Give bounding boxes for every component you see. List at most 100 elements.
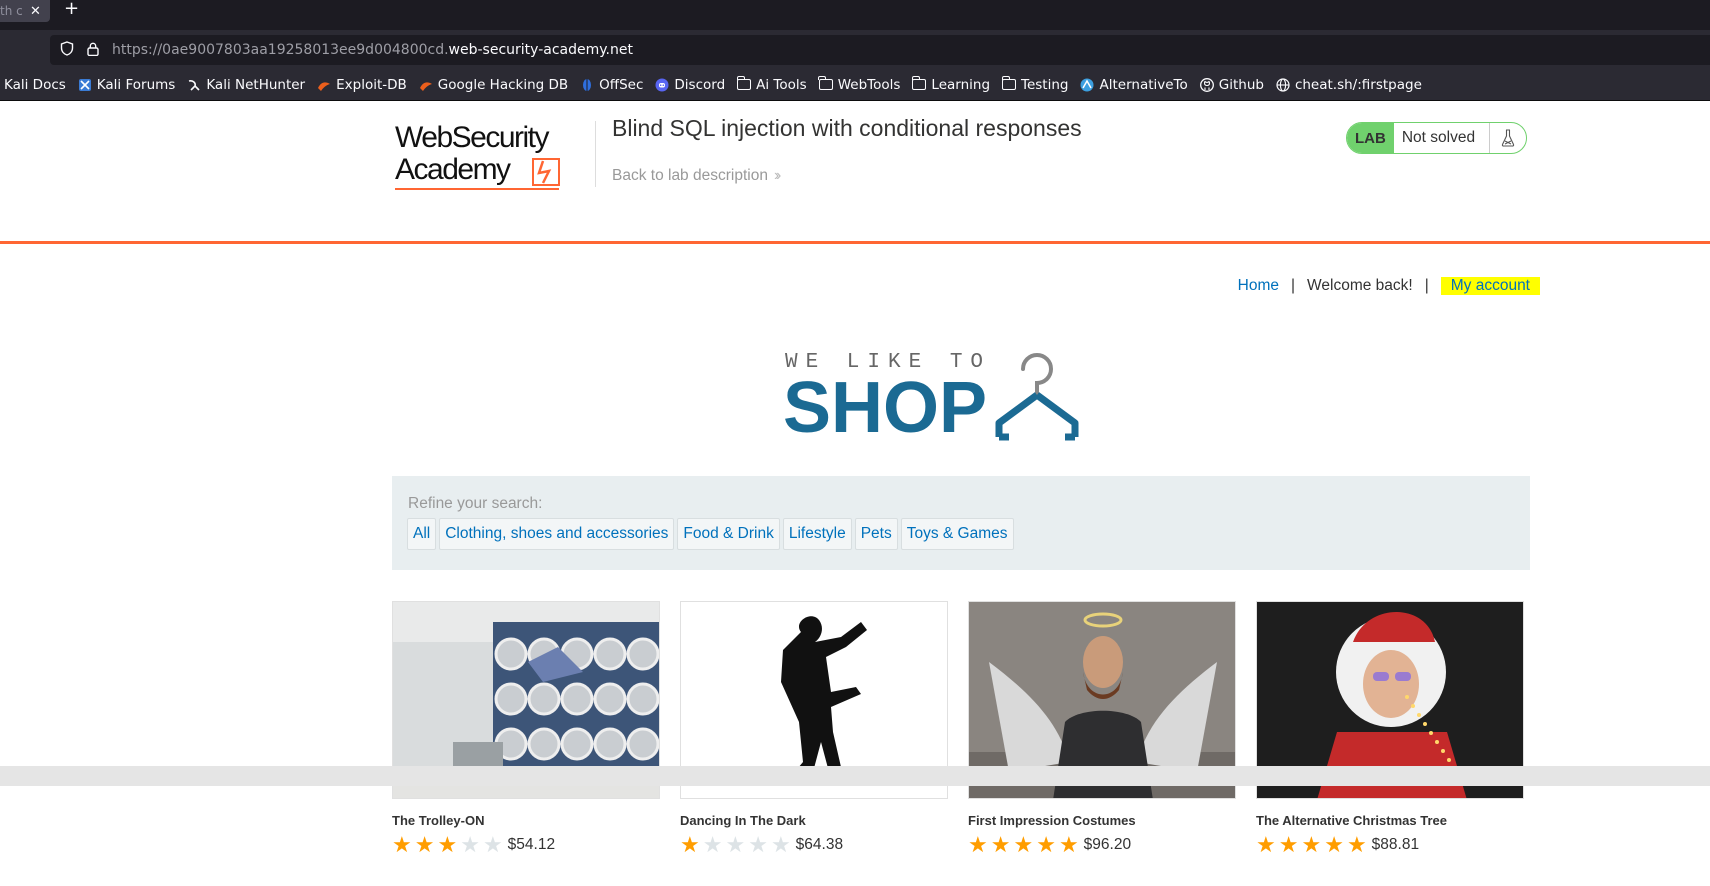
star-filled-icon: ★ <box>1301 832 1322 857</box>
bookmark-offsec[interactable]: OffSec <box>580 77 643 93</box>
bookmark-cheat-sh-firstpage[interactable]: cheat.sh/:firstpage <box>1276 77 1422 93</box>
flask-icon <box>1490 123 1526 153</box>
bookmark-alternativeto[interactable]: AlternativeTo <box>1080 76 1188 93</box>
new-tab-button[interactable]: + <box>64 0 79 18</box>
product-meta: ★ ★ ★ ★ ★ $54.12 <box>392 834 660 856</box>
star-empty-icon: ★ <box>460 832 480 857</box>
welcome-text: Welcome back! <box>1307 277 1413 294</box>
star-filled-icon: ★ <box>1058 832 1079 857</box>
lab-title: Blind SQL injection with conditional res… <box>612 115 1082 141</box>
product-name: First Impression Costumes <box>968 813 1136 828</box>
product-meta: ★ ★ ★ ★ ★ $88.81 <box>1256 834 1524 856</box>
close-icon[interactable]: ✕ <box>30 4 41 19</box>
shop-word: SHOP <box>783 368 987 443</box>
star-filled-icon: ★ <box>680 832 700 857</box>
bookmark-label: WebTools <box>837 76 901 93</box>
star-rating: ★ ★ ★ ★ ★ <box>1256 834 1367 856</box>
alternativeto-icon <box>1080 78 1094 92</box>
product-name: The Alternative Christmas Tree <box>1256 813 1447 828</box>
exploitdb-icon <box>317 78 331 92</box>
category-toys-games[interactable]: Toys & Games <box>900 518 1014 550</box>
web-security-academy-logo[interactable]: WebSecurity Academy <box>393 121 593 200</box>
url-text: https://0ae9007803aa19258013ee9d004800cd… <box>112 42 633 58</box>
svg-text:Academy: Academy <box>395 153 511 186</box>
bookmark-kali-nethunter[interactable]: Kali NetHunter <box>187 77 305 93</box>
bookmark-kali-docs[interactable]: Kali Docs <box>4 77 66 93</box>
browser-nav-bar: https://0ae9007803aa19258013ee9d004800cd… <box>0 30 1710 69</box>
category-food-drink[interactable]: Food & Drink <box>677 518 780 550</box>
bookmark-webtools[interactable]: WebTools <box>818 76 901 93</box>
shield-icon[interactable] <box>58 41 76 59</box>
we-like-to-shop-logo: WE LIKE TO SHOP <box>783 343 1143 448</box>
star-empty-icon: ★ <box>725 832 746 857</box>
bookmark-label: Kali Docs <box>4 76 66 93</box>
bookmark-label: cheat.sh/:firstpage <box>1294 76 1422 93</box>
bookmark-github[interactable]: Github <box>1199 77 1264 93</box>
bookmark-learning[interactable]: Learning <box>911 76 991 93</box>
star-rating: ★ ★ ★ ★ ★ <box>968 834 1079 856</box>
github-icon <box>1199 77 1214 92</box>
double-chevron-right-icon: ›› <box>773 167 782 184</box>
back-to-lab-description-link[interactable]: Back to lab description ›› <box>612 167 782 185</box>
star-filled-icon: ★ <box>1324 832 1344 857</box>
bookmark-label: Exploit-DB <box>336 76 407 93</box>
product-card[interactable]: The Trolley-ON ★ ★ ★ ★ ★ $54.12 <box>392 601 660 856</box>
lab-status-text: Not solved <box>1394 123 1491 153</box>
bookmark-ai-tools[interactable]: Ai Tools <box>736 76 807 93</box>
product-card[interactable]: The Alternative Christmas Tree ★ ★ ★ ★ ★ $88.8… <box>1256 601 1524 856</box>
category-list: All Clothing, shoes and accessories Food &… <box>407 518 1014 550</box>
bookmark-label: Discord <box>674 76 726 93</box>
lab-status-badge: LAB Not solved <box>1346 122 1528 154</box>
academy-header: WebSecurity Academy Blind SQL injection … <box>0 101 1710 244</box>
home-link[interactable]: Home <box>1238 277 1279 295</box>
bookmark-exploit-db[interactable]: Exploit-DB <box>317 77 407 93</box>
page-content: WebSecurity Academy Blind SQL injection … <box>0 101 1710 866</box>
ghdb-icon <box>419 78 433 92</box>
bookmark-kali-forums[interactable]: Kali Forums <box>78 76 176 93</box>
folder-icon <box>911 76 927 92</box>
offsec-icon <box>580 78 594 92</box>
bookmark-testing[interactable]: Testing <box>1001 76 1068 93</box>
star-filled-icon: ★ <box>414 832 435 857</box>
product-price: $96.20 <box>1083 836 1132 853</box>
svg-text:WebSecurity: WebSecurity <box>395 123 550 154</box>
category-all[interactable]: All <box>407 518 437 550</box>
product-price: $54.12 <box>507 836 556 853</box>
star-rating: ★ ★ ★ ★ ★ <box>392 834 503 856</box>
nav-separator: | <box>1424 277 1429 294</box>
product-card[interactable]: Dancing In The Dark ★ ★ ★ ★ ★ $64.38 <box>680 601 948 856</box>
star-filled-icon: ★ <box>1036 832 1056 857</box>
bookmark-label: Learning <box>931 76 991 93</box>
product-card[interactable]: First Impression Costumes ★ ★ ★ ★ ★ $96.20 <box>968 601 1236 856</box>
product-meta: ★ ★ ★ ★ ★ $64.38 <box>680 834 948 856</box>
browser-tab-bar: th c ✕ + <box>0 0 1710 30</box>
url-prefix: https://0ae9007803aa19258013ee9d004800cd… <box>112 42 449 58</box>
category-pets[interactable]: Pets <box>854 518 898 550</box>
bookmarks-toolbar: Kali Docs Kali Forums Kali NetHunter Exploi… <box>0 69 1710 101</box>
star-empty-icon: ★ <box>482 832 503 857</box>
product-meta: ★ ★ ★ ★ ★ $96.20 <box>968 834 1236 856</box>
browser-tab[interactable]: th c ✕ <box>0 0 50 22</box>
tab-title: th c <box>0 4 23 18</box>
url-bar[interactable]: https://0ae9007803aa19258013ee9d004800cd… <box>50 35 1710 65</box>
category-clothing-shoes-and-accessories[interactable]: Clothing, shoes and accessories <box>439 518 675 550</box>
bookmark-label: Kali Forums <box>96 76 176 93</box>
my-account-link[interactable]: My account <box>1440 277 1540 295</box>
back-link-label: Back to lab description <box>612 167 768 184</box>
bookmark-label: Google Hacking DB <box>437 76 569 93</box>
lab-label: LAB <box>1347 123 1394 153</box>
hanger-icon <box>995 353 1079 441</box>
bookmark-google-hacking-db[interactable]: Google Hacking DB <box>419 77 568 93</box>
star-filled-icon: ★ <box>1013 832 1034 857</box>
lock-icon[interactable] <box>84 42 102 59</box>
star-rating: ★ ★ ★ ★ ★ <box>680 834 791 856</box>
product-name: Dancing In The Dark <box>680 813 806 828</box>
category-lifestyle[interactable]: Lifestyle <box>782 518 852 550</box>
bookmark-discord[interactable]: Discord <box>655 77 725 93</box>
nav-separator: | <box>1291 277 1296 294</box>
bottom-scroll-strip <box>0 766 1710 786</box>
star-filled-icon: ★ <box>968 832 988 857</box>
bookmark-label: AlternativeTo <box>1099 76 1188 93</box>
star-filled-icon: ★ <box>392 832 412 857</box>
search-filter-panel: Refine your search: All Clothing, shoes a… <box>392 476 1530 570</box>
